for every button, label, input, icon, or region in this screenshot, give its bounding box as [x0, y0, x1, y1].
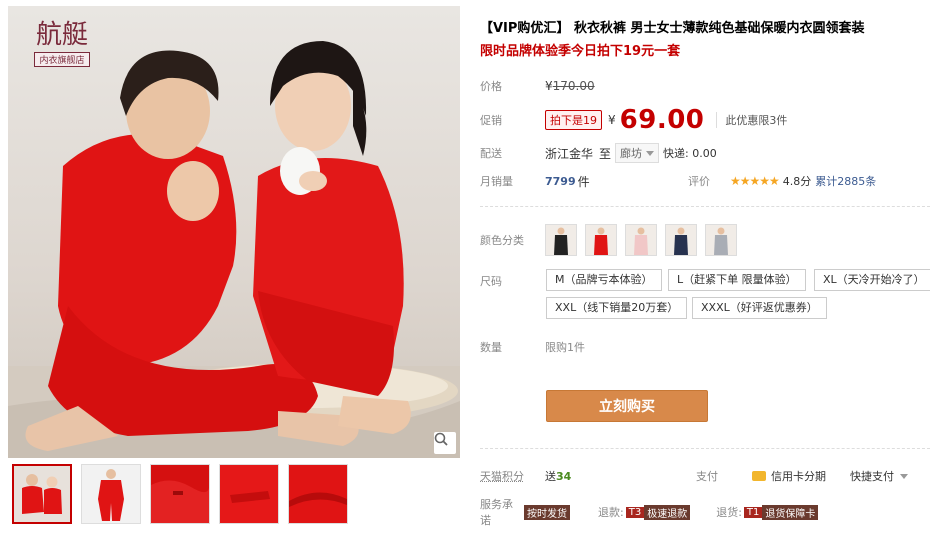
- chevron-down-icon: [646, 150, 655, 156]
- quick-pay-label: 快捷支付: [850, 470, 894, 483]
- color-row: 颜色分类: [480, 223, 930, 257]
- sales-label: 月销量: [480, 175, 513, 188]
- review-summary[interactable]: ★★★★★ 4.8分 累计2885条: [730, 173, 876, 189]
- product-page: 航艇 内衣旗舰店 【VIP购优汇】 秋衣秋裤 男士女士薄款纯色基础保暖内衣圆领套…: [0, 0, 930, 535]
- color-swatch-gray[interactable]: [705, 224, 737, 256]
- thumbnail-4[interactable]: [219, 464, 279, 524]
- destination-value: 廊坊: [620, 147, 643, 160]
- thumbnail-2[interactable]: [81, 464, 141, 524]
- points-row: 天猫积分 送 34 支付 信用卡分期 快捷支付: [480, 468, 930, 484]
- shipping-origin: 浙江金华: [545, 146, 594, 161]
- quantity-row: 数量 限购1件: [480, 337, 930, 357]
- thumbnail-5[interactable]: [288, 464, 348, 524]
- swatch-navy-image: [674, 227, 688, 255]
- size-label: 尺码: [480, 275, 502, 288]
- size-option-xl[interactable]: XL（天冷开始冷了）: [814, 269, 930, 291]
- swatch-black-image: [554, 227, 568, 255]
- credit-card-icon: [752, 471, 766, 481]
- thumbnail-fabric-detail-image: [151, 465, 209, 523]
- bottom-divider: [480, 448, 930, 449]
- promo-currency: ¥: [608, 113, 616, 127]
- return-tier-badge: T1: [743, 506, 763, 518]
- service-label: 服务承诺: [480, 498, 513, 527]
- thumbnail-collar-detail-image: [289, 465, 347, 523]
- tmall-points-label[interactable]: 天猫积分: [480, 468, 545, 484]
- shipping-label: 配送: [480, 147, 502, 160]
- rating-stars-icon: ★★★★★: [730, 174, 780, 188]
- rating-score: 4.8分: [782, 175, 812, 188]
- destination-select[interactable]: 廊坊: [615, 143, 660, 163]
- active-thumbnail-arrow: [38, 464, 48, 465]
- original-price: 170.00: [552, 79, 595, 93]
- brand-logo-chars: 航艇: [35, 20, 88, 50]
- promo-row: 促销 拍下是19 ¥ 69.00 此优惠限3件: [480, 104, 930, 136]
- total-reviews-link[interactable]: 累计2885条: [815, 173, 876, 189]
- product-info-panel: 【VIP购优汇】 秋衣秋裤 男士女士薄款纯色基础保暖内衣圆领套装 限时品牌体验季…: [480, 0, 930, 527]
- payment-label: 支付: [696, 470, 718, 483]
- price-currency: ¥: [545, 79, 553, 93]
- section-divider: [480, 206, 930, 207]
- quantity-label: 数量: [480, 341, 502, 354]
- sales-row: 月销量 7799 件 评价 ★★★★★ 4.8分 累计2885条: [480, 170, 930, 192]
- color-swatch-red[interactable]: [585, 224, 617, 256]
- shipping-row: 配送 浙江金华 至 廊坊 快递: 0.00: [480, 142, 930, 164]
- color-swatch-navy[interactable]: [665, 224, 697, 256]
- points-value: 34: [556, 469, 572, 483]
- swatch-gray-image: [714, 227, 728, 255]
- main-product-image[interactable]: 航艇 内衣旗舰店: [8, 6, 460, 458]
- installment-option[interactable]: 信用卡分期: [752, 468, 826, 484]
- points-send-word: 送: [545, 470, 556, 483]
- swatch-pink-image: [634, 227, 648, 255]
- size-option-xxl[interactable]: XXL（线下销量20万套）: [546, 297, 688, 319]
- color-label: 颜色分类: [480, 234, 524, 247]
- return-guarantee-badge[interactable]: 退货保障卡: [762, 504, 819, 520]
- thumbnail-couple-image: [14, 466, 70, 522]
- size-option-l[interactable]: L（赶紧下单 限量体验）: [668, 269, 806, 291]
- shipping-to-word: 至: [599, 146, 612, 161]
- promo-tag: 拍下是19: [545, 110, 602, 130]
- quick-pay-option[interactable]: 快捷支付: [850, 468, 908, 484]
- fast-refund-badge[interactable]: 极速退款: [644, 504, 691, 520]
- review-label: 评价: [688, 175, 710, 188]
- color-swatch-black[interactable]: [545, 224, 577, 256]
- service-row: 服务承诺 按时发货 退款: T3 极速退款 退货: T1 退货保障卡: [480, 496, 930, 528]
- thumbnail-cuff-detail-image: [220, 465, 278, 523]
- size-option-xxxl[interactable]: XXXL（好评返优惠券）: [692, 297, 827, 319]
- product-title: 【VIP购优汇】 秋衣秋裤 男士女士薄款纯色基础保暖内衣圆领套装: [480, 21, 865, 36]
- thumbnail-3[interactable]: [150, 464, 210, 524]
- thumbnail-man-image: [82, 465, 140, 523]
- zoom-button[interactable]: [434, 432, 456, 454]
- chevron-down-icon: [900, 473, 908, 479]
- color-swatches: [545, 224, 737, 256]
- price-label: 价格: [480, 80, 502, 93]
- return-label: 退货:: [716, 506, 742, 519]
- color-swatch-pink[interactable]: [625, 224, 657, 256]
- size-row: 尺码 M（品牌亏本体验） L（赶紧下单 限量体验） XL（天冷开始冷了） XXL…: [480, 269, 930, 325]
- product-subtitle: 限时品牌体验季今日拍下19元一套: [480, 44, 681, 59]
- monthly-sales-count: 7799: [545, 174, 576, 188]
- monthly-sales-unit: 件: [577, 174, 590, 189]
- express-fee: 快递: 0.00: [663, 147, 717, 160]
- brand-logo-subtitle: 内衣旗舰店: [34, 52, 90, 67]
- installment-label: 信用卡分期: [771, 470, 826, 483]
- promo-price: 69.00: [619, 105, 705, 135]
- refund-label: 退款:: [598, 506, 624, 519]
- ontime-delivery-badge[interactable]: 按时发货: [524, 504, 570, 520]
- promo-label: 促销: [480, 114, 502, 127]
- refund-tier-badge: T3: [625, 506, 645, 518]
- size-option-m[interactable]: M（品牌亏本体验）: [546, 269, 662, 291]
- swatch-red-image: [594, 227, 608, 255]
- brand-logo: 航艇 内衣旗舰店: [22, 20, 102, 76]
- promo-limit: 此优惠限3件: [716, 112, 787, 128]
- buy-now-button[interactable]: 立刻购买: [546, 390, 708, 422]
- thumbnail-1[interactable]: [12, 464, 72, 524]
- thumbnail-strip: [8, 464, 460, 524]
- price-row: 价格 ¥ 170.00: [480, 76, 930, 96]
- magnifier-icon: [434, 432, 448, 446]
- quantity-limit: 限购1件: [545, 341, 585, 354]
- product-gallery: 航艇 内衣旗舰店: [8, 6, 460, 524]
